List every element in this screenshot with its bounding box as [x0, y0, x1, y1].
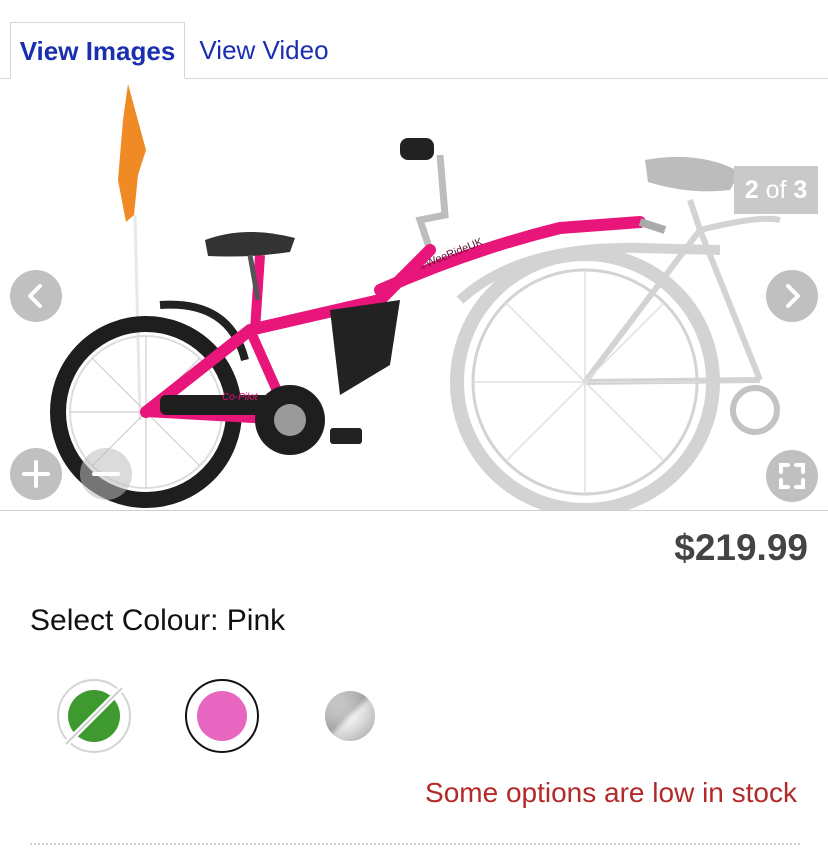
fullscreen-icon [779, 463, 805, 489]
tab-view-video[interactable]: View Video [190, 22, 338, 79]
gallery-divider [0, 510, 828, 511]
media-tabs: View Images View Video [0, 0, 828, 79]
zoom-in-icon [22, 460, 50, 488]
silver-swatch-dot [325, 691, 375, 741]
fullscreen-button[interactable] [766, 450, 818, 502]
image-counter: 2 of 3 [734, 166, 818, 214]
image-gallery: ©WeeRideUK Co-Pilot 2 of 3 [0, 80, 828, 510]
counter-of-label: of [765, 176, 787, 204]
swatch-silver[interactable] [313, 679, 387, 753]
stock-warning: Some options are low in stock [425, 777, 797, 808]
section-separator [30, 843, 800, 845]
swatch-green-unavailable[interactable] [57, 679, 131, 753]
product-image: ©WeeRideUK Co-Pilot [50, 84, 781, 510]
previous-image-button[interactable] [10, 270, 62, 322]
swatch-pink-selected[interactable] [185, 679, 259, 753]
current-image-number: 2 [744, 176, 759, 204]
unavailable-strike-icon [63, 685, 125, 747]
zoom-in-button[interactable] [10, 448, 62, 500]
zoom-out-button[interactable] [80, 448, 132, 500]
select-colour-heading: Select Colour: Pink [30, 604, 285, 638]
product-price: $219.99 [674, 527, 808, 568]
chevron-left-icon [28, 284, 42, 308]
total-images-number: 3 [793, 176, 808, 204]
selected-colour-value: Pink [226, 604, 286, 637]
frame-decal: Co-Pilot [222, 392, 259, 403]
chevron-right-icon [786, 284, 800, 308]
pink-swatch-dot [197, 691, 247, 741]
tab-view-images[interactable]: View Images [10, 22, 185, 79]
zoom-out-icon [92, 472, 120, 476]
select-colour-label: Select Colour: [30, 604, 219, 637]
next-image-button[interactable] [766, 270, 818, 322]
